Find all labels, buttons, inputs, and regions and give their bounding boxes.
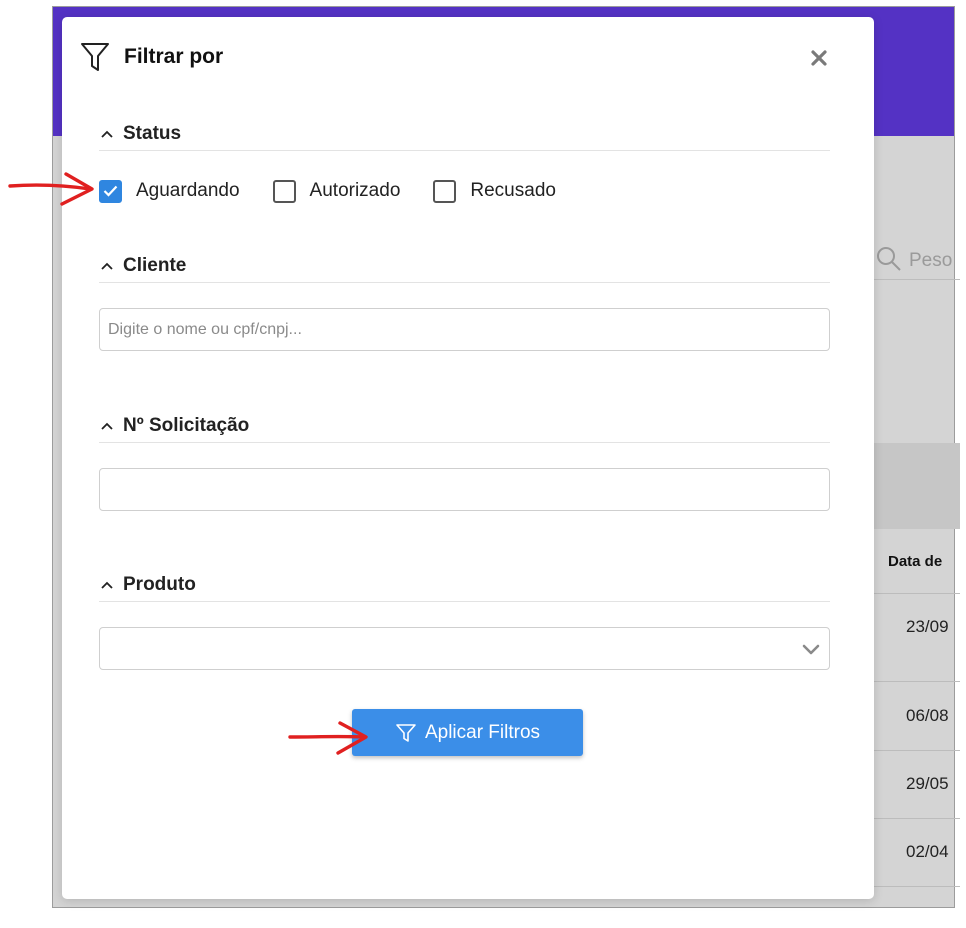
produto-section-toggle[interactable]: Produto bbox=[99, 568, 830, 602]
chevron-down-icon bbox=[802, 644, 820, 655]
produto-section: Produto bbox=[99, 568, 830, 602]
produto-section-label: Produto bbox=[123, 573, 196, 595]
checkbox-label: Autorizado bbox=[309, 180, 401, 201]
status-options: Aguardando Autorizado Recusado bbox=[99, 178, 589, 204]
status-section-label: Status bbox=[123, 122, 182, 144]
table-cell: 29/05 bbox=[906, 774, 949, 793]
solicitacao-section-toggle[interactable]: Nº Solicitação bbox=[99, 409, 830, 443]
apply-filters-label: Aplicar Filtros bbox=[424, 721, 541, 743]
chevron-up-icon bbox=[101, 130, 113, 138]
status-option-aguardando[interactable]: Aguardando bbox=[99, 179, 240, 203]
checkmark-icon bbox=[103, 185, 118, 197]
status-option-autorizado[interactable]: Autorizado bbox=[272, 179, 401, 203]
modal-title: Filtrar por bbox=[124, 45, 224, 68]
solicitacao-number-input[interactable] bbox=[99, 468, 830, 511]
annotation-arrow-icon bbox=[288, 721, 368, 755]
table-cell: 23/09 bbox=[906, 617, 949, 636]
cliente-section-toggle[interactable]: Cliente bbox=[99, 249, 830, 283]
chevron-up-icon bbox=[101, 262, 113, 270]
filter-icon bbox=[396, 723, 416, 742]
cliente-section-label: Cliente bbox=[123, 254, 187, 276]
solicitacao-section: Nº Solicitação bbox=[99, 409, 830, 443]
background-table-column: Data de bbox=[888, 553, 943, 570]
checkbox-label: Aguardando bbox=[136, 180, 240, 201]
close-button[interactable] bbox=[808, 47, 830, 69]
cliente-search-input[interactable] bbox=[99, 308, 830, 351]
annotation-arrow-icon bbox=[8, 172, 94, 206]
apply-filters-button[interactable]: Aplicar Filtros bbox=[352, 709, 583, 756]
table-cell: 06/08 bbox=[906, 706, 949, 725]
filter-icon bbox=[81, 43, 109, 71]
chevron-up-icon bbox=[101, 422, 113, 430]
status-section-toggle[interactable]: Status bbox=[99, 117, 830, 151]
status-section: Status bbox=[99, 117, 830, 151]
status-option-recusado[interactable]: Recusado bbox=[433, 179, 556, 203]
modal-header: Filtrar por bbox=[80, 40, 223, 74]
background-search-placeholder: Peso bbox=[909, 250, 953, 271]
checkbox-recusado[interactable] bbox=[433, 179, 457, 203]
filter-modal: Filtrar por Status Aguardando Autorizado… bbox=[62, 17, 874, 899]
produto-select[interactable] bbox=[99, 627, 830, 670]
chevron-up-icon bbox=[101, 581, 113, 589]
cliente-section: Cliente bbox=[99, 249, 830, 283]
close-icon bbox=[811, 50, 827, 66]
search-icon bbox=[877, 247, 901, 271]
checkbox-aguardando[interactable] bbox=[99, 179, 122, 203]
table-cell: 02/04 bbox=[906, 842, 949, 861]
checkbox-label: Recusado bbox=[470, 180, 556, 201]
checkbox-autorizado[interactable] bbox=[272, 179, 296, 203]
solicitacao-section-label: Nº Solicitação bbox=[123, 414, 250, 436]
